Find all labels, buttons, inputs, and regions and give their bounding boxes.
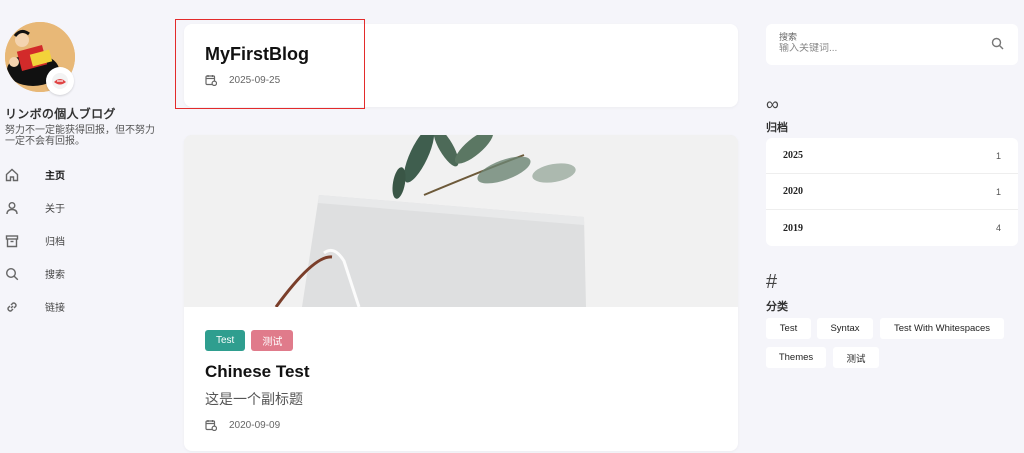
nav-item-about[interactable]: 关于 bbox=[0, 191, 160, 224]
search-label: 搜索 bbox=[779, 32, 798, 42]
hash-icon: # bbox=[766, 271, 778, 293]
nav-label: 归档 bbox=[45, 237, 65, 248]
post-subtitle: 这是一个副标题 bbox=[205, 391, 303, 407]
archive-count: 1 bbox=[995, 186, 1001, 197]
archive-year: 2025 bbox=[783, 150, 803, 161]
archive-list: 2025 1 2020 1 2019 4 bbox=[766, 138, 1018, 246]
search-icon[interactable] bbox=[991, 37, 1004, 50]
nav-label: 主页 bbox=[45, 171, 65, 182]
post-title[interactable]: MyFirstBlog bbox=[205, 44, 309, 65]
search-icon bbox=[0, 267, 45, 281]
infinity-icon: ∞ bbox=[766, 94, 779, 114]
calendar-icon bbox=[205, 75, 217, 86]
archive-box-icon bbox=[0, 234, 45, 248]
category-chip[interactable]: Themes bbox=[766, 347, 826, 368]
link-icon bbox=[0, 300, 45, 314]
nav-label: 链接 bbox=[45, 303, 65, 314]
left-sidebar: リンボの個人ブログ 努力不一定能获得回报，但不努力一定不会有回报。 主页 关于 … bbox=[0, 0, 165, 453]
post-cover-image[interactable] bbox=[184, 135, 738, 307]
search-box[interactable]: 搜索 bbox=[766, 24, 1018, 65]
nav-item-home[interactable]: 主页 bbox=[0, 158, 160, 191]
category-chip[interactable]: Test bbox=[766, 318, 811, 339]
post-date-text: 2025-09-25 bbox=[229, 74, 281, 86]
post-date: 2020-09-09 bbox=[205, 419, 280, 431]
post-card[interactable]: Test 测试 Chinese Test 这是一个副标题 2020-09-09 bbox=[184, 135, 738, 451]
user-icon bbox=[0, 201, 45, 215]
archive-row[interactable]: 2020 1 bbox=[766, 174, 1018, 210]
post-card[interactable]: MyFirstBlog 2025-09-25 bbox=[184, 24, 738, 107]
nav-label: 搜索 bbox=[45, 270, 65, 281]
category-chip[interactable]: Syntax bbox=[817, 318, 873, 339]
main-nav: 主页 关于 归档 搜索 链接 bbox=[0, 158, 160, 323]
tag-chip[interactable]: Test bbox=[205, 330, 246, 351]
tag-chip[interactable]: 测试 bbox=[251, 330, 294, 351]
archive-row[interactable]: 2019 4 bbox=[766, 210, 1018, 246]
archive-count: 4 bbox=[995, 223, 1001, 233]
post-date: 2025-09-25 bbox=[205, 74, 280, 86]
search-input[interactable] bbox=[779, 43, 979, 54]
status-emoji-icon bbox=[46, 67, 74, 95]
nav-item-search[interactable]: 搜索 bbox=[0, 257, 160, 290]
archive-row[interactable]: 2025 1 bbox=[766, 138, 1018, 174]
nav-item-links[interactable]: 链接 bbox=[0, 290, 160, 323]
calendar-icon bbox=[205, 420, 217, 431]
post-title[interactable]: Chinese Test bbox=[205, 362, 310, 382]
archive-year: 2020 bbox=[783, 186, 803, 197]
home-icon bbox=[0, 168, 45, 182]
archive-section-title: 归档 bbox=[766, 122, 788, 134]
category-chip[interactable]: 测试 bbox=[833, 347, 879, 368]
site-title[interactable]: リンボの個人ブログ bbox=[5, 105, 116, 122]
archive-year: 2019 bbox=[783, 222, 803, 234]
post-date-text: 2020-09-09 bbox=[229, 419, 281, 431]
nav-label: 关于 bbox=[45, 204, 65, 215]
category-chip[interactable]: Test With Whitespaces bbox=[880, 318, 1004, 339]
post-tags: Test 测试 bbox=[205, 330, 294, 351]
archive-count: 1 bbox=[995, 150, 1001, 161]
categories-section-title: 分类 bbox=[766, 301, 788, 313]
nav-item-archive[interactable]: 归档 bbox=[0, 224, 160, 257]
site-motto: 努力不一定能获得回报，但不努力一定不会有回报。 bbox=[5, 125, 155, 147]
